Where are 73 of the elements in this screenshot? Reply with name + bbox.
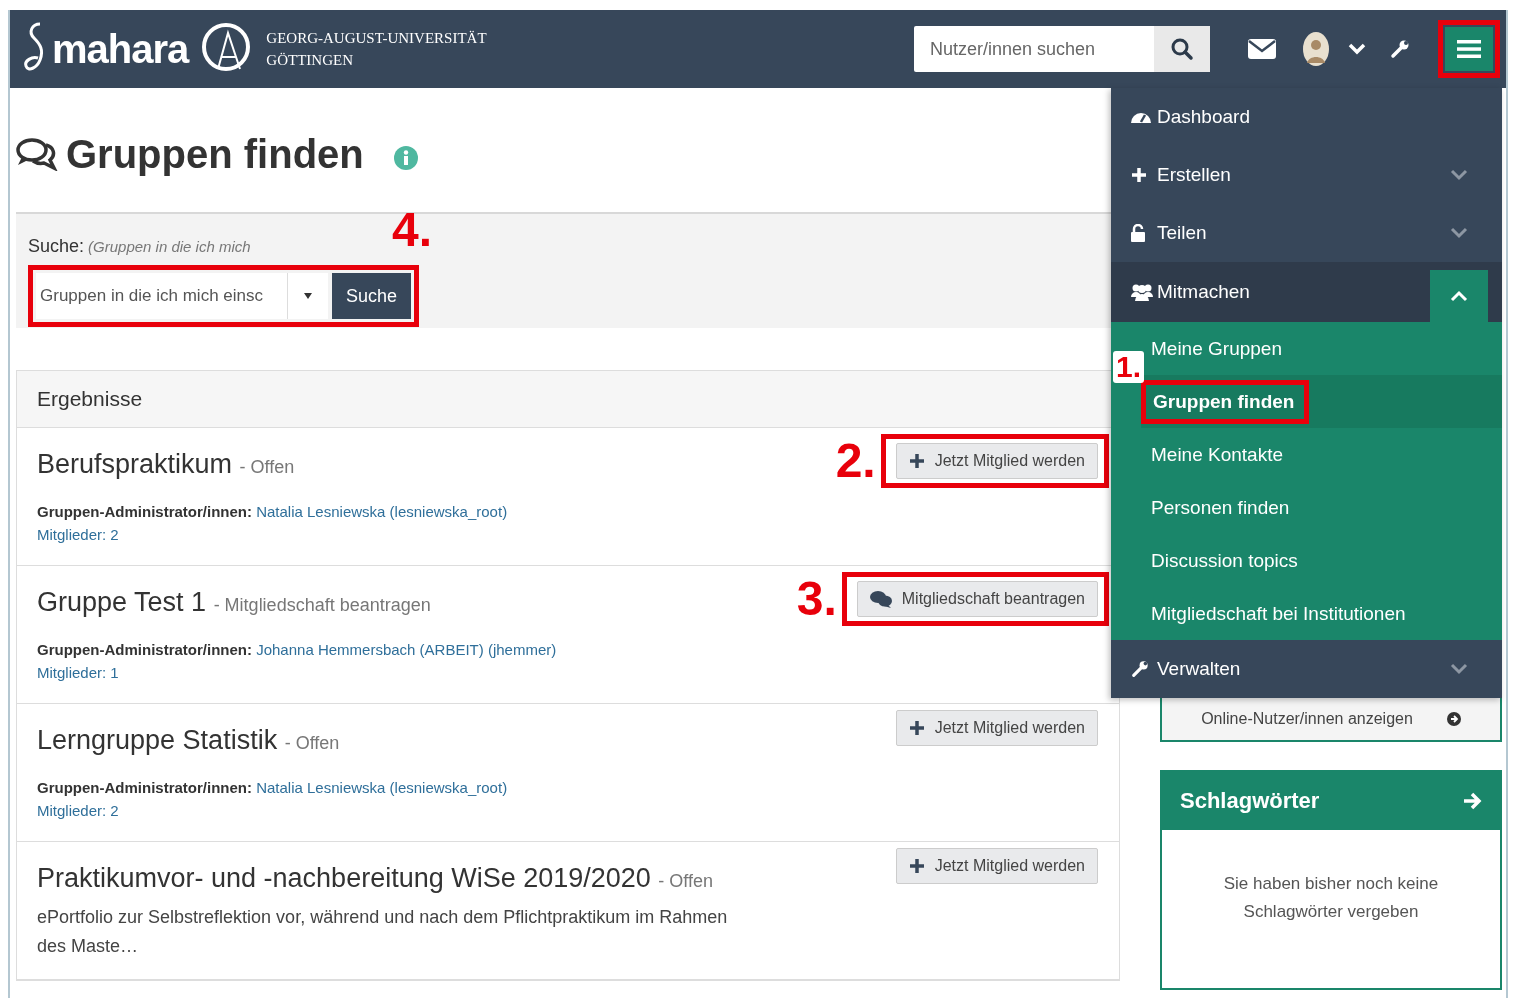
logo-text: mahara	[52, 26, 189, 72]
menu-item[interactable]: Mitmachen	[1111, 262, 1502, 322]
menu-item[interactable]: Dashboard	[1111, 88, 1502, 146]
tags-title: Schlagwörter	[1180, 788, 1320, 814]
search-button[interactable]	[1154, 26, 1210, 72]
search-hint: (Gruppen in die ich mich	[88, 238, 251, 255]
university-name: GÖTTINGEN	[266, 51, 354, 70]
chat-bubbles-icon	[16, 137, 58, 171]
wrench-icon[interactable]	[1390, 39, 1410, 59]
submenu-item[interactable]: Meine Kontakte	[1141, 428, 1502, 481]
submenu-label: Gruppen finden	[1153, 390, 1295, 412]
arrow-right-icon	[1462, 792, 1482, 810]
group-name[interactable]: Lerngruppe Statistik	[37, 725, 278, 755]
member-count-link[interactable]: Mitglieder: 2	[37, 802, 508, 819]
group-name[interactable]: Berufspraktikum	[37, 449, 233, 479]
submenu-label: Discussion topics	[1151, 549, 1298, 572]
join-button[interactable]: Jetzt Mitglied werden	[895, 710, 1098, 746]
step-number: 4.	[392, 206, 433, 254]
people-icon	[1131, 283, 1153, 301]
request-membership-button[interactable]: Mitgliedschaft beantragen	[856, 581, 1098, 617]
submenu-item[interactable]: Mitgliedschaft bei Institutionen	[1141, 587, 1502, 640]
page-title: Gruppen finden	[66, 131, 364, 177]
mail-icon[interactable]	[1248, 39, 1276, 59]
step-number: 2.	[835, 437, 876, 485]
group-status: - Offen	[284, 733, 340, 753]
group-status: - Mitgliedschaft beantragen	[213, 595, 431, 615]
university-name: GEORG-AUGUST-UNIVERSITÄT	[266, 29, 487, 48]
submenu-label: Meine Gruppen	[1151, 337, 1282, 360]
search-submit-button[interactable]: Suche	[332, 273, 412, 319]
plus-icon	[908, 858, 925, 874]
avatar-silhouette-icon[interactable]	[1302, 31, 1330, 67]
group-description: ePortfolio zur Selbstreflektion vor, während und nach dem Pflichtpraktikum im Rahmen des Maste…	[37, 906, 729, 958]
join-button[interactable]: Jetzt Mitglied werden	[895, 443, 1098, 479]
menu-icon	[1457, 39, 1481, 59]
plus-icon	[908, 720, 925, 736]
plus-icon	[908, 453, 925, 469]
search-label: Suche:	[28, 236, 85, 257]
member-count-link[interactable]: Mitglieder: 2	[37, 526, 508, 543]
member-count-link[interactable]: Mitglieder: 1	[37, 664, 557, 681]
wrench-icon	[1131, 660, 1149, 678]
results-heading: Ergebnisse	[37, 387, 143, 411]
menu-item[interactable]: Teilen	[1111, 204, 1502, 262]
filter-dropdown[interactable]: Gruppen in die ich mich einsc	[36, 273, 328, 319]
chat-bubbles-icon	[869, 590, 892, 608]
group-status: - Offen	[658, 871, 714, 891]
arrow-circle-icon	[1446, 712, 1461, 726]
submenu-item[interactable]: Gruppen finden	[1141, 375, 1502, 428]
caret-icon	[304, 293, 312, 299]
submenu-item[interactable]: Discussion topics	[1141, 534, 1502, 587]
plus-icon	[1131, 167, 1147, 183]
submenu-label: Meine Kontakte	[1151, 443, 1284, 466]
group-admins: Gruppen-Administrator/innen: Natalia Lesniewska (lesniewska_root)	[37, 779, 508, 796]
search-icon	[1170, 37, 1194, 61]
submenu-item[interactable]: Personen finden	[1141, 481, 1502, 534]
step-number: 3.	[796, 575, 837, 623]
menu-button[interactable]	[1445, 27, 1493, 71]
tags-empty-text: Sie haben bisher noch keine Schlagwörter vergeben	[1222, 873, 1440, 923]
chevron-down-icon[interactable]	[1348, 43, 1366, 55]
tags-card-header[interactable]: Schlagwörter	[1162, 772, 1500, 830]
user-search-field[interactable]: Nutzer/innen suchen	[914, 26, 1154, 72]
submenu-label: Personen finden	[1151, 496, 1290, 519]
group-admins: Gruppen-Administrator/innen: Johanna Hemmersbach (ARBEIT) (jhemmer)	[37, 641, 557, 658]
submenu-label: Mitgliedschaft bei Institutionen	[1151, 602, 1406, 625]
join-button[interactable]: Jetzt Mitglied werden	[895, 848, 1098, 884]
step-number: 1.	[1113, 351, 1145, 383]
online-users-button[interactable]: Online-Nutzer/innen anzeigen	[1160, 698, 1502, 742]
group-name[interactable]: Gruppe Test 1	[37, 587, 207, 617]
group-status: - Offen	[239, 457, 295, 477]
group-name[interactable]: Praktikumvor- und -nachbereitung WiSe 2019/2020	[37, 863, 651, 893]
menu-item[interactable]: Verwalten	[1111, 640, 1502, 698]
group-admins: Gruppen-Administrator/innen: Natalia Lesniewska (lesniewska_root)	[37, 503, 508, 520]
menu-item[interactable]: Erstellen	[1111, 146, 1502, 204]
unlocked-padlock-icon	[1131, 224, 1145, 242]
